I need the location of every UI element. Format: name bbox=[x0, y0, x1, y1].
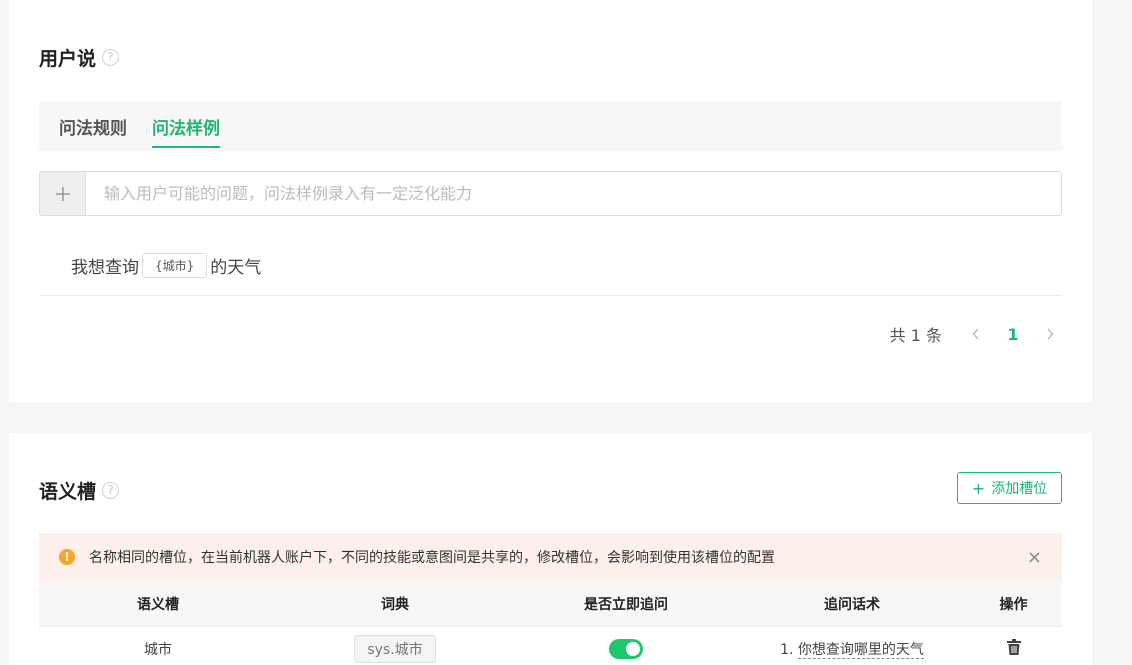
header-ask-immediately: 是否立即追问 bbox=[584, 596, 668, 613]
header-slot: 语义槽 bbox=[137, 596, 179, 613]
utterance-tabs: 问法规则 问法样例 bbox=[39, 101, 1062, 151]
help-icon[interactable]: ? bbox=[102, 49, 120, 66]
header-dict: 词典 bbox=[381, 596, 409, 613]
plus-icon: + bbox=[971, 478, 986, 498]
utterance-title-text: 用户说 bbox=[39, 48, 97, 70]
add-example-button[interactable] bbox=[40, 172, 86, 215]
followup-text[interactable]: 你想查询哪里的天气 bbox=[797, 642, 924, 659]
ask-immediately-cell bbox=[513, 639, 739, 659]
add-slot-button[interactable]: + 添加槽位 bbox=[957, 472, 1062, 504]
alert-text: 名称相同的槽位，在当前机器人账户下，不同的技能或意图间是共享的，修改槽位，会影响… bbox=[89, 550, 775, 566]
trash-icon[interactable] bbox=[1006, 639, 1021, 659]
slot-name-cell: 城市 bbox=[144, 642, 172, 658]
tab-question-rules[interactable]: 问法规则 bbox=[59, 101, 127, 151]
pagination-total: 共 1 条 bbox=[889, 326, 942, 345]
header-followup: 追问话术 bbox=[824, 596, 880, 613]
ask-immediately-toggle[interactable] bbox=[609, 639, 643, 659]
slot-table: 语义槽 词典 是否立即追问 追问话术 操作 城市 sys.城市 1. 你想查询哪… bbox=[39, 581, 1062, 665]
dict-chip: sys.城市 bbox=[354, 635, 436, 663]
header-actions: 操作 bbox=[999, 596, 1028, 613]
help-icon[interactable]: ? bbox=[102, 482, 120, 499]
slot-title-text: 语义槽 bbox=[39, 481, 97, 503]
shared-slot-alert: ! 名称相同的槽位，在当前机器人账户下，不同的技能或意图间是共享的，修改槽位，会… bbox=[39, 533, 1062, 581]
followup-cell: 1. 你想查询哪里的天气 bbox=[739, 639, 965, 659]
example-input[interactable] bbox=[86, 172, 1061, 215]
dict-cell: sys.城市 bbox=[277, 635, 513, 663]
table-header: 语义槽 词典 是否立即追问 追问话术 操作 bbox=[39, 581, 1062, 626]
example-slot-chip[interactable]: {城市} bbox=[142, 253, 208, 278]
example-input-group bbox=[39, 171, 1062, 216]
pagination-page-1[interactable]: 1 bbox=[988, 325, 1038, 344]
pagination: 共 1 条 1 bbox=[890, 322, 1062, 346]
plus-icon bbox=[55, 186, 70, 201]
utterance-card: 用户说 ? 问法规则 问法样例 我想查询 {城市} 的天气 共 1 条 1 bbox=[9, 0, 1092, 402]
actions-cell bbox=[965, 639, 1062, 659]
followup-index: 1. bbox=[780, 642, 794, 658]
utterance-section-title: 用户说 ? bbox=[39, 44, 120, 71]
close-icon[interactable]: × bbox=[1027, 547, 1042, 568]
tab-question-examples[interactable]: 问法样例 bbox=[152, 101, 220, 151]
example-list-item: 我想查询 {城市} 的天气 bbox=[39, 236, 1062, 296]
chevron-left-icon[interactable] bbox=[964, 325, 988, 344]
add-slot-label: 添加槽位 bbox=[991, 481, 1048, 497]
example-prefix: 我想查询 bbox=[71, 258, 139, 278]
table-row: 城市 sys.城市 1. 你想查询哪里的天气 bbox=[39, 626, 1062, 665]
example-suffix: 的天气 bbox=[210, 258, 262, 278]
warning-icon: ! bbox=[59, 549, 75, 565]
slot-section-title: 语义槽 ? bbox=[39, 477, 120, 504]
chevron-right-icon[interactable] bbox=[1038, 325, 1062, 344]
slot-card: 语义槽 ? + 添加槽位 ! 名称相同的槽位，在当前机器人账户下，不同的技能或意… bbox=[9, 433, 1092, 665]
